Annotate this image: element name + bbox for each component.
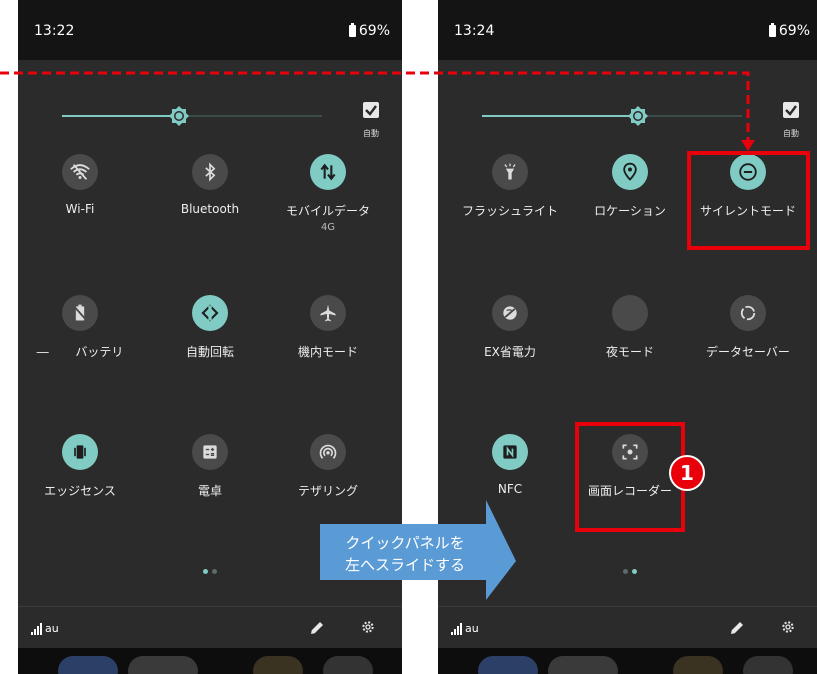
page-indicator	[203, 569, 217, 574]
edit-pencil-icon[interactable]	[308, 619, 326, 637]
tile-label: NFC	[497, 482, 523, 496]
nfc-icon	[492, 434, 528, 470]
carrier-info: au	[31, 622, 59, 635]
tile-location[interactable]: ロケーション	[570, 154, 690, 219]
data-saver-icon	[730, 295, 766, 331]
tile-label: テザリング	[297, 484, 358, 498]
highlight-silent-mode	[687, 151, 810, 250]
tile-label: フラッシュライト	[461, 204, 558, 218]
ex-power-saver-icon	[492, 295, 528, 331]
settings-gear-icon[interactable]	[360, 619, 376, 635]
tile-mobile-data[interactable]: モバイルデータ 4G	[268, 154, 388, 233]
tile-label: EX省電力	[484, 345, 536, 359]
flashlight-icon	[492, 154, 528, 190]
swipe-instruction-line2: 左へスライドする	[344, 556, 465, 574]
night-mode-icon	[612, 295, 648, 331]
carrier-name: au	[465, 622, 479, 635]
settings-gear-icon[interactable]	[780, 619, 796, 635]
signal-icon	[451, 623, 462, 635]
tile-auto-rotate[interactable]: 自動回転	[150, 295, 270, 360]
airplane-icon	[310, 295, 346, 331]
quick-settings-footer: au	[438, 606, 817, 649]
battery-icon	[768, 23, 776, 37]
auto-brightness-checkbox[interactable]	[363, 102, 379, 118]
mobile-data-icon	[310, 154, 346, 190]
tile-label: データセーバー	[706, 345, 790, 359]
tile-battery[interactable]: ― バッテリ	[20, 295, 140, 360]
auto-brightness-label: 自動	[783, 129, 799, 138]
swipe-instruction: クイックパネルを 左へスライドする	[320, 532, 490, 576]
brightness-slider[interactable]	[62, 106, 322, 126]
tile-edge-sense[interactable]: エッジセンス	[20, 434, 140, 499]
edit-pencil-icon[interactable]	[728, 619, 746, 637]
battery-indicator: 69%	[348, 23, 390, 39]
clock: 13:22	[34, 23, 75, 39]
brightness-icon[interactable]	[628, 106, 648, 126]
battery-percent: 69%	[778, 23, 810, 39]
page-dot-active	[632, 569, 637, 574]
calculator-icon	[192, 434, 228, 470]
tile-label: エッジセンス	[44, 484, 116, 498]
signal-icon	[31, 623, 42, 635]
tile-label: モバイルデータ	[285, 204, 370, 218]
step-number-badge: 1	[669, 455, 705, 491]
location-icon	[612, 154, 648, 190]
tile-flashlight[interactable]: フラッシュライト	[450, 154, 570, 219]
tile-label: 自動回転	[185, 345, 234, 359]
page-indicator	[623, 569, 637, 574]
tile-tethering[interactable]: テザリング	[268, 434, 388, 499]
tile-data-saver[interactable]: データセーバー	[688, 295, 808, 360]
swipe-instruction-line1: クイックパネルを	[345, 534, 465, 552]
home-screen-peek	[18, 648, 402, 674]
tile-label: 電卓	[197, 484, 222, 498]
tile-label: Bluetooth	[180, 202, 240, 216]
tile-calculator[interactable]: 電卓	[150, 434, 270, 499]
hotspot-icon	[310, 434, 346, 470]
status-bar: 13:22 69%	[18, 0, 402, 60]
bluetooth-icon	[192, 154, 228, 190]
auto-brightness-checkbox[interactable]	[783, 102, 799, 118]
tile-label: Wi-Fi	[65, 202, 95, 216]
tile-label: ― バッテリ	[36, 345, 124, 359]
tile-nfc[interactable]: NFC	[450, 434, 570, 496]
page-dot-active	[203, 569, 208, 574]
carrier-name: au	[45, 622, 59, 635]
tile-wifi[interactable]: Wi-Fi	[20, 154, 140, 216]
edge-sense-icon	[62, 434, 98, 470]
brightness-slider[interactable]	[482, 106, 742, 126]
tile-sublabel: 4G	[320, 222, 336, 233]
battery-icon	[348, 23, 356, 37]
home-screen-peek	[438, 648, 817, 674]
tile-night-mode[interactable]: 夜モード	[570, 295, 690, 360]
battery-indicator: 69%	[768, 23, 810, 39]
tile-ex-power-saver[interactable]: EX省電力	[450, 295, 570, 360]
status-bar: 13:24 69%	[438, 0, 817, 60]
auto-rotate-icon	[192, 295, 228, 331]
auto-brightness-label: 自動	[363, 129, 379, 138]
battery-saver-icon	[62, 295, 98, 331]
page-dot	[623, 569, 628, 574]
wifi-off-icon	[62, 154, 98, 190]
quick-settings-panel: 自動 Wi-Fi Bluetooth モバイルデータ 4G ― バッテリ 自動回…	[18, 60, 402, 606]
page-dot	[212, 569, 217, 574]
tile-label: ロケーション	[594, 204, 666, 218]
battery-percent: 69%	[358, 23, 390, 39]
carrier-info: au	[451, 622, 479, 635]
quick-settings-footer: au	[18, 606, 402, 649]
brightness-icon[interactable]	[169, 106, 189, 126]
tile-bluetooth[interactable]: Bluetooth	[150, 154, 270, 216]
tile-label: 機内モード	[297, 345, 358, 359]
clock: 13:24	[454, 23, 495, 39]
right-phone-screen: 13:24 69% 自動 フラッシュライト ロケーション サイレントモード EX…	[438, 0, 817, 674]
tile-airplane[interactable]: 機内モード	[268, 295, 388, 360]
tile-label: 夜モード	[605, 345, 654, 359]
